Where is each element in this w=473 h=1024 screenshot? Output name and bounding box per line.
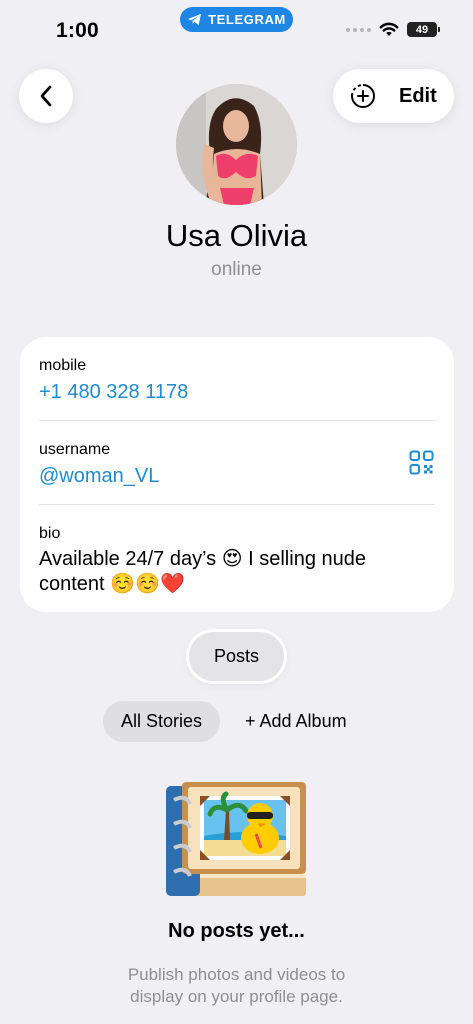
mobile-label: mobile <box>39 357 87 374</box>
battery-icon: 49 <box>407 22 440 37</box>
bio-label: bio <box>39 525 61 542</box>
bio-line: Available 24/7 day’s 😍 I selling nude <box>39 548 366 570</box>
back-button[interactable] <box>19 69 73 123</box>
cellular-dots-icon <box>346 27 371 32</box>
presence-status: online <box>211 259 262 280</box>
wifi-icon <box>379 22 399 36</box>
add-album-button[interactable]: + Add Album <box>245 711 347 732</box>
info-card: mobile +1 480 328 1178 username @woman_V… <box>20 337 454 612</box>
username-field[interactable]: username @woman_VL <box>39 441 435 488</box>
qr-code-icon[interactable] <box>409 450 434 475</box>
empty-state-title: No posts yet... <box>168 920 305 942</box>
divider <box>39 420 435 421</box>
username-label: username <box>39 441 111 458</box>
add-story-icon <box>351 84 375 108</box>
bio-line: content ☺️☺️❤️ <box>39 573 185 595</box>
mobile-value[interactable]: +1 480 328 1178 <box>39 381 435 404</box>
status-time: 1:00 <box>56 19 99 42</box>
add-story-button[interactable] <box>333 69 393 123</box>
edit-button[interactable]: Edit <box>399 85 437 108</box>
empty-state-line: Publish photos and videos to <box>127 965 346 984</box>
telegram-icon <box>188 13 202 26</box>
avatar-photo <box>176 84 297 205</box>
empty-state-line: display on your profile page. <box>130 987 343 1006</box>
header-actions: Edit <box>333 69 454 123</box>
empty-state-description: Publish photos and videos to display on … <box>0 964 473 1008</box>
all-stories-chip[interactable]: All Stories <box>103 701 220 742</box>
divider <box>39 504 435 505</box>
mobile-field[interactable]: mobile +1 480 328 1178 <box>39 357 435 404</box>
avatar[interactable] <box>176 84 297 205</box>
tab-posts[interactable]: Posts <box>189 632 284 681</box>
bio-field: bio Available 24/7 day’s 😍 I selling nud… <box>39 525 435 597</box>
photo-album-icon <box>166 782 306 896</box>
telegram-pill[interactable]: TELEGRAM <box>180 7 293 32</box>
battery-level: 49 <box>415 23 429 36</box>
telegram-label: TELEGRAM <box>208 12 286 27</box>
chevron-left-icon <box>40 85 52 107</box>
status-indicators: 49 <box>346 22 440 37</box>
profile-name: Usa Olivia <box>165 218 308 253</box>
username-value[interactable]: @woman_VL <box>39 465 435 488</box>
